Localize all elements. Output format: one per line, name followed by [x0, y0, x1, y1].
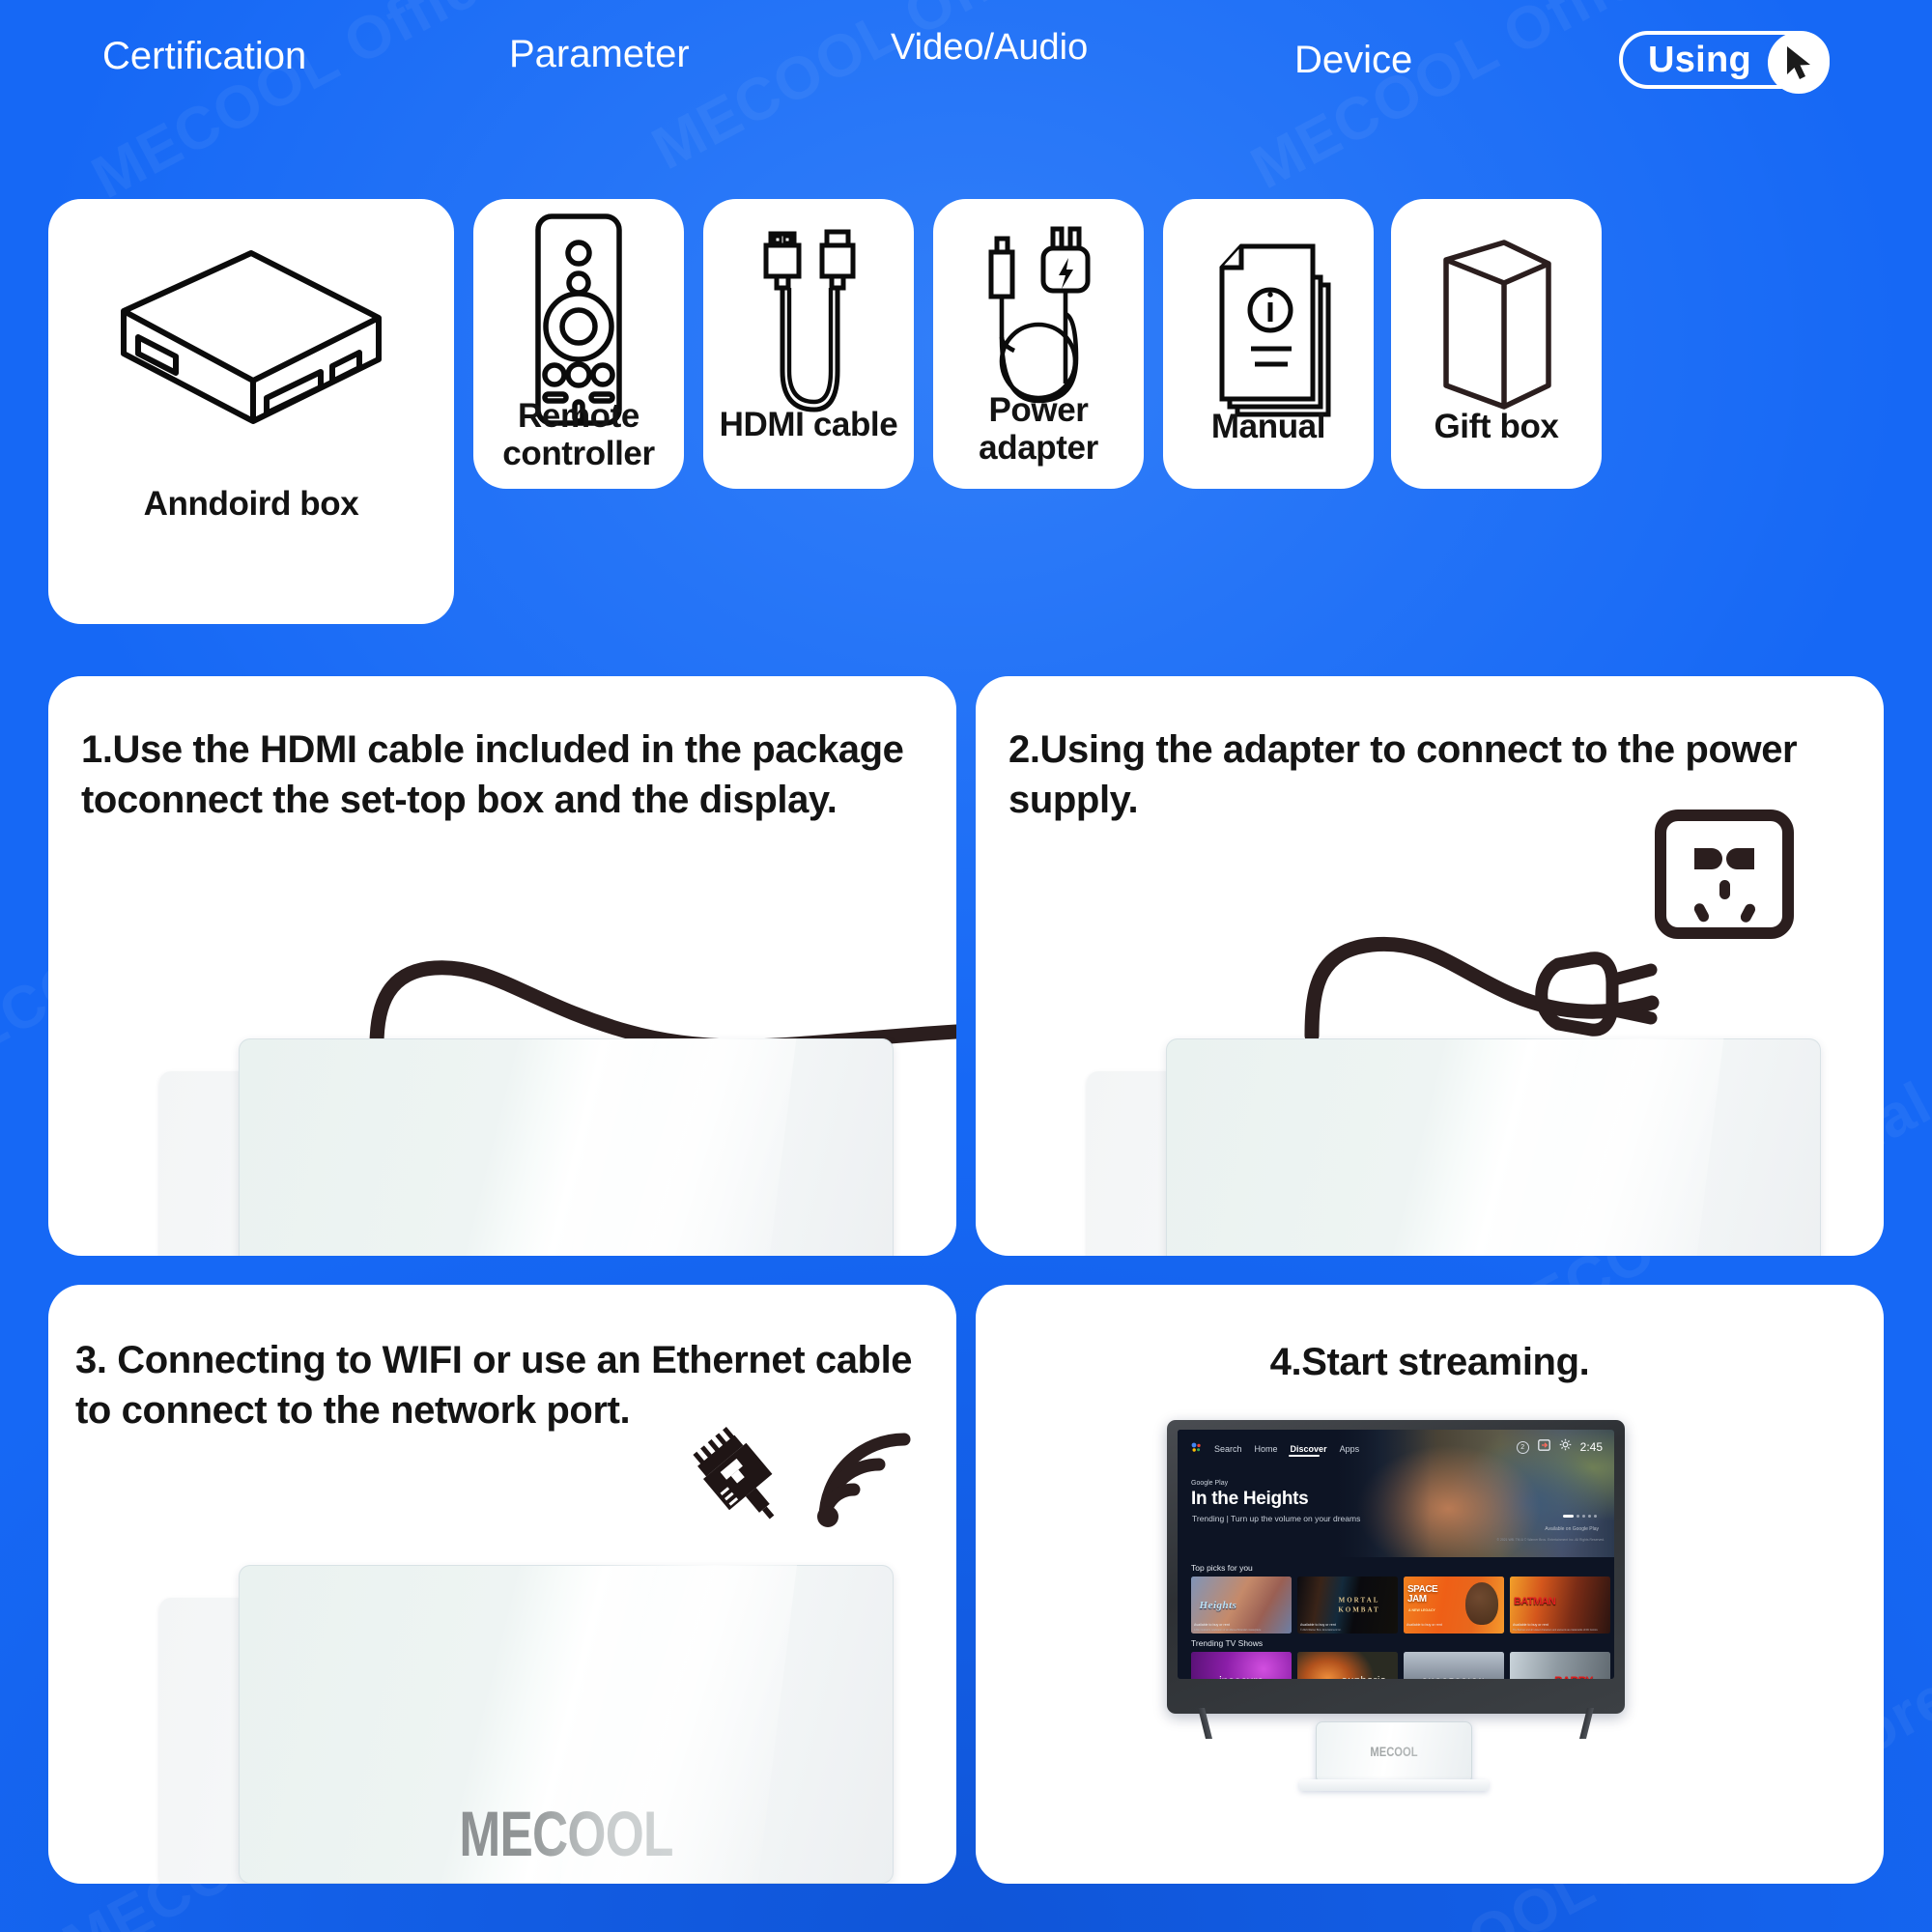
box-shelf	[1299, 1779, 1489, 1791]
box-front-panel: MECOOL	[239, 1038, 894, 1256]
input-switch-icon[interactable]	[1537, 1438, 1550, 1456]
tv-tile[interactable]: SUCCESSION Available to watch on Google …	[1404, 1652, 1504, 1679]
tab-parameter[interactable]: Parameter	[509, 33, 690, 76]
tv-tile[interactable]: BATMAN Available to buy or rent The Batm…	[1510, 1577, 1610, 1634]
accessory-label: HDMI cable	[719, 406, 898, 443]
set-top-box-mini: MECOOL	[1316, 1721, 1472, 1783]
tv-carousel-dots[interactable]	[1563, 1515, 1597, 1518]
tab-device[interactable]: Device	[1294, 39, 1412, 82]
accessory-label: Power adapter	[941, 391, 1136, 467]
mecool-logo: MECOOL	[311, 1797, 822, 1870]
tv-hero-subtitle: Trending | Turn up the volume on your dr…	[1192, 1514, 1361, 1523]
accessory-card-gift-box[interactable]: Gift box	[1391, 199, 1602, 489]
step-card-1: 1.Use the HDMI cable included in the pac…	[48, 676, 956, 1256]
step-4-text: 4.Start streaming.	[1269, 1341, 1590, 1383]
accessory-label: Remote controller	[481, 397, 676, 472]
tv-tile[interactable]: Heights Available to buy or rent A film …	[1191, 1577, 1292, 1634]
tv-row-label-top-picks: Top picks for you	[1191, 1563, 1253, 1573]
accessory-card-manual[interactable]: Manual	[1163, 199, 1374, 489]
tab-using-label: Using	[1648, 39, 1752, 80]
accessory-label-line1: Power	[988, 391, 1089, 429]
set-top-box-render: MECOOL	[159, 1565, 894, 1884]
television-illustration: Search Home Discover Apps 2 2:45 Google …	[1167, 1420, 1625, 1739]
mecool-logo: MECOOL	[1331, 1744, 1457, 1759]
tv-tile[interactable]: SPACE JAM A NEW LEGACY Available to buy o…	[1404, 1577, 1504, 1634]
gear-icon[interactable]	[1559, 1438, 1572, 1456]
cursor-arrow-icon	[1768, 32, 1830, 94]
tv-nav-apps[interactable]: Apps	[1340, 1444, 1360, 1454]
accessory-card-power-adapter[interactable]: Power adapter	[933, 199, 1144, 489]
tab-using[interactable]: Using	[1619, 31, 1830, 94]
tv-hero-legal: © 2021 WB. TM & © Warner Bros. Entertain…	[1496, 1538, 1605, 1542]
tv-hero-availability: Available on Google Play	[1545, 1526, 1599, 1532]
accessory-card-hdmi[interactable]: HDMI cable	[703, 199, 914, 489]
accessory-label: Anndoird box	[143, 485, 359, 523]
accessory-card-android-box[interactable]: Anndoird box	[48, 199, 454, 624]
tv-nav-home[interactable]: Home	[1255, 1444, 1278, 1454]
step-3-text: 3. Connecting to WIFI or use an Ethernet…	[75, 1339, 913, 1432]
top-navigation-bar: Certification Parameter Video/Audio Devi…	[0, 0, 1932, 121]
hdmi-cable-illustration	[369, 960, 956, 1054]
tv-hero-brand: Google Play	[1191, 1480, 1229, 1487]
accessory-label-line1: Remote	[518, 397, 639, 435]
box-front-panel: MECOOL	[1166, 1038, 1821, 1256]
tv-nav-discover[interactable]: Discover	[1291, 1444, 1327, 1454]
ethernet-plug-icon	[686, 1425, 792, 1536]
accessory-label-line2: controller	[502, 434, 655, 472]
tv-tile[interactable]: MORTAL KOMBAT Available to buy or rent © …	[1297, 1577, 1398, 1634]
google-assistant-icon[interactable]	[1191, 1440, 1202, 1458]
accessory-label: Gift box	[1434, 408, 1559, 445]
tv-row-trending-tv-shows: insecure the complete series Available t…	[1191, 1652, 1614, 1679]
tv-navigation-row: Search Home Discover Apps	[1191, 1440, 1359, 1458]
tv-tile[interactable]: euphoria Available to watch on Google Pl…	[1297, 1652, 1398, 1679]
accessory-label: Manual	[1210, 408, 1326, 445]
tv-nav-search[interactable]: Search	[1214, 1444, 1242, 1454]
box-front-panel: MECOOL	[239, 1565, 894, 1884]
tv-hero-title: In the Heights	[1191, 1489, 1309, 1509]
step-card-2: 2.Using the adapter to connect to the po…	[976, 676, 1884, 1256]
set-top-box-render: MECOOL	[159, 1038, 894, 1256]
set-top-box-render: MECOOL	[1087, 1038, 1821, 1256]
tab-certification[interactable]: Certification	[102, 35, 306, 78]
tv-status-row: 2 2:45	[1516, 1438, 1603, 1456]
step-card-4: 4.Start streaming. Search Home Discover …	[976, 1285, 1884, 1884]
android-tv-box-icon	[48, 228, 454, 450]
notification-count-badge[interactable]: 2	[1516, 1440, 1529, 1454]
tv-tile[interactable]: insecure the complete series Available t…	[1191, 1652, 1292, 1679]
accessory-label-line2: adapter	[979, 428, 1098, 467]
wifi-icon	[811, 1428, 920, 1537]
tv-row-label-trending: Trending TV Shows	[1191, 1638, 1264, 1648]
tv-row-top-picks: Heights Available to buy or rent A film …	[1191, 1577, 1614, 1634]
tab-video-audio[interactable]: Video/Audio	[891, 27, 1088, 69]
tv-screen: Search Home Discover Apps 2 2:45 Google …	[1178, 1430, 1614, 1679]
power-plug-illustration	[1304, 936, 1660, 1043]
accessory-card-remote[interactable]: Remote controller	[473, 199, 684, 489]
step-1-text: 1.Use the HDMI cable included in the pac…	[81, 728, 904, 821]
step-card-3: 3. Connecting to WIFI or use an Ethernet…	[48, 1285, 956, 1884]
tv-tile[interactable]: BARRY Available to own on Google Play HB…	[1510, 1652, 1610, 1679]
tv-clock: 2:45	[1579, 1440, 1603, 1454]
